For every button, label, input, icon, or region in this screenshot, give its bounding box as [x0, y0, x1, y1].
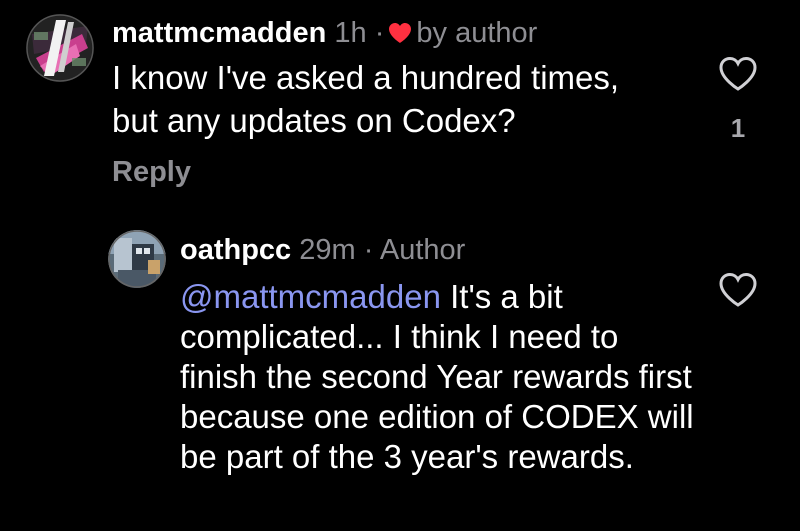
heart-filled-icon: [388, 16, 412, 43]
separator: ·: [363, 234, 374, 266]
comment-header: oathpcc 29m · Author: [180, 231, 465, 269]
reply-comment: oathpcc 29m · Author @mattmcmadden It's …: [0, 220, 800, 531]
reply-button[interactable]: Reply: [112, 153, 191, 191]
comment: mattmcmadden 1h · by author I know I've a…: [0, 0, 800, 200]
username[interactable]: mattmcmadden: [112, 17, 326, 49]
comment-text: I know I've asked a hundred times, but a…: [112, 59, 620, 139]
heart-outline-icon[interactable]: [718, 272, 758, 308]
comment-header: mattmcmadden 1h · by author: [112, 14, 537, 52]
liked-by-label: by author: [416, 17, 538, 49]
username[interactable]: oathpcc: [180, 234, 291, 266]
mention-link[interactable]: @mattmcmadden: [180, 278, 441, 315]
like-count[interactable]: 1: [726, 112, 750, 144]
comment-text: @mattmcmadden It's a bit complicated... …: [180, 277, 700, 477]
author-badge: Author: [379, 234, 466, 266]
separator: ·: [374, 17, 385, 49]
avatar-image: [26, 14, 94, 82]
timestamp: 1h: [334, 17, 367, 49]
timestamp: 29m: [299, 234, 356, 266]
avatar[interactable]: [108, 230, 166, 288]
heart-outline-icon[interactable]: [718, 56, 758, 92]
avatar[interactable]: [26, 14, 94, 82]
avatar-image: [108, 230, 166, 288]
